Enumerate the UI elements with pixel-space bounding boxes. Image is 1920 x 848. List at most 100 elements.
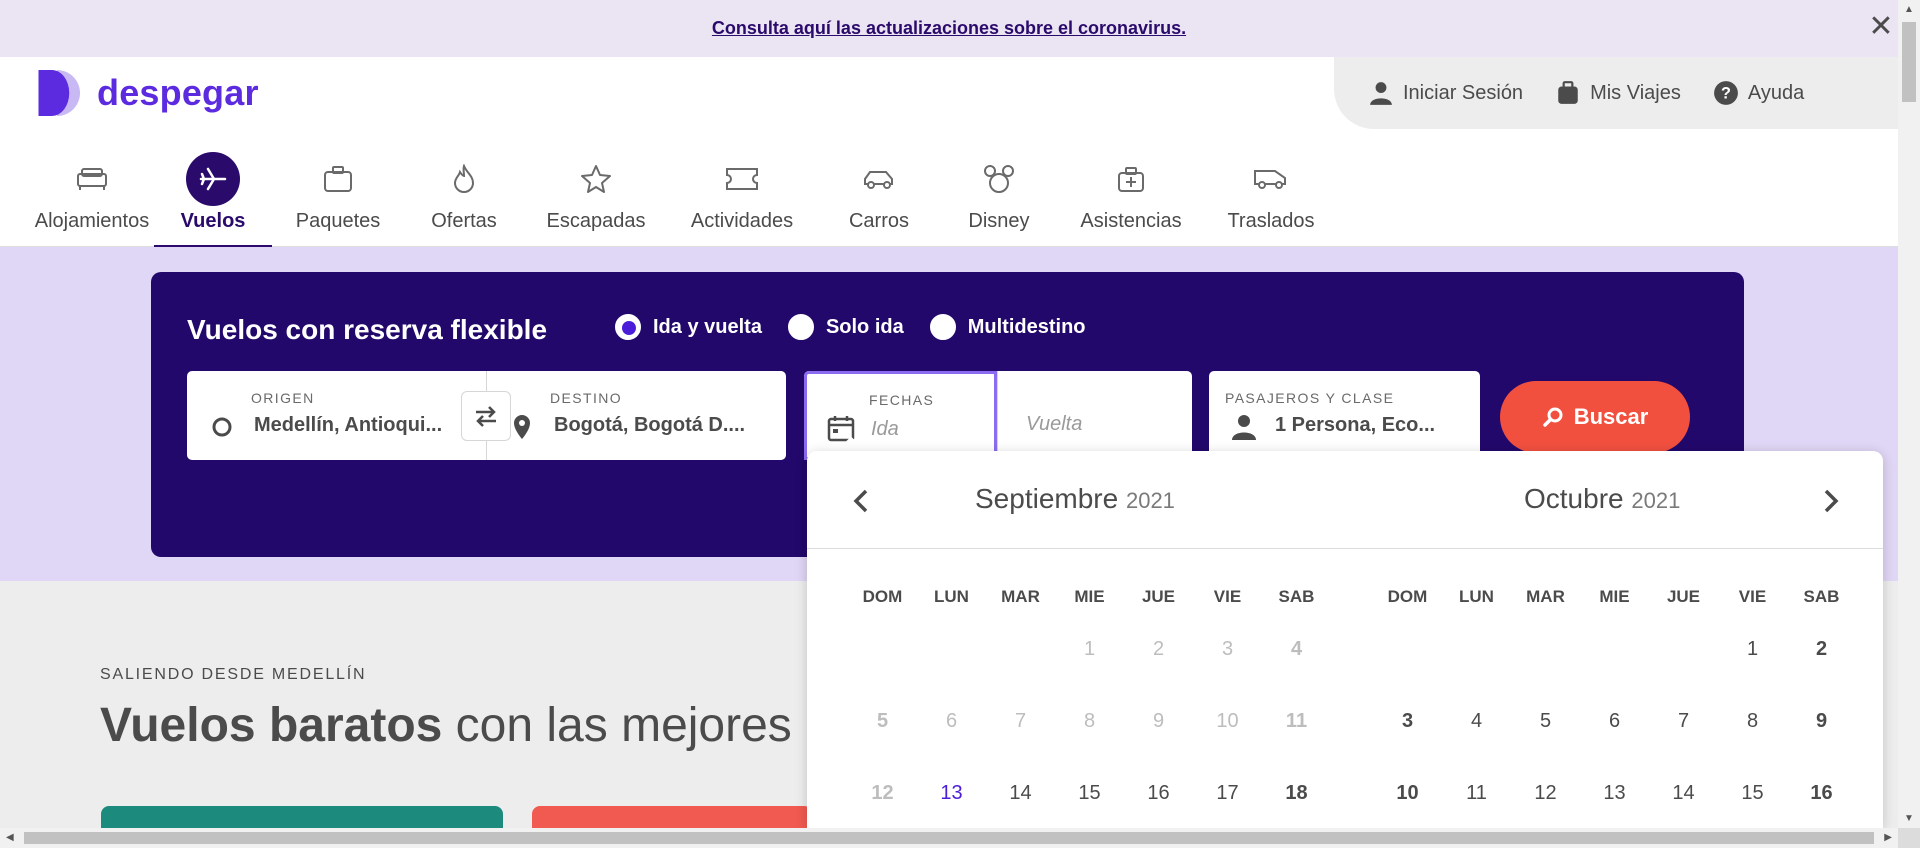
origin-circle-icon bbox=[212, 417, 232, 437]
departure-date-field[interactable]: FECHAS Ida bbox=[804, 371, 997, 460]
scroll-up-icon[interactable]: ▲ bbox=[1904, 4, 1914, 15]
search-button[interactable]: Buscar bbox=[1500, 381, 1690, 453]
help-link[interactable]: ? Ayuda bbox=[1713, 80, 1804, 106]
my-trips-label: Mis Viajes bbox=[1590, 81, 1681, 104]
vertical-scrollbar[interactable]: ▲ ▼ bbox=[1898, 0, 1920, 828]
medical-bag-icon bbox=[1104, 152, 1158, 206]
nav-escapadas[interactable]: Escapadas bbox=[524, 147, 668, 247]
car-icon bbox=[852, 152, 906, 206]
search-title: Vuelos con reserva flexible bbox=[187, 314, 548, 345]
radio-round-trip[interactable]: Ida y vuelta bbox=[615, 314, 762, 340]
scroll-left-icon[interactable]: ◀ bbox=[6, 832, 14, 843]
weekday-label: MAR bbox=[1001, 587, 1040, 606]
covid-banner-link[interactable]: Consulta aquí las actualizaciones sobre … bbox=[712, 18, 1186, 39]
nav-actividades[interactable]: Actividades bbox=[668, 147, 816, 247]
calendar-day[interactable]: 10 bbox=[1373, 782, 1442, 805]
help-icon: ? bbox=[1713, 81, 1738, 105]
date-picker: Septiembre 2021 Octubre 2021 DOM LUN MAR MI… bbox=[807, 451, 1883, 828]
weekday-header-row: DOM LUN MAR MIE JUE VIE SAB bbox=[848, 549, 1331, 613]
user-icon bbox=[1370, 82, 1392, 105]
nav-carros[interactable]: Carros bbox=[816, 147, 942, 247]
destination-card-image[interactable] bbox=[532, 806, 812, 828]
person-icon bbox=[1232, 415, 1256, 440]
scroll-right-icon[interactable]: ▶ bbox=[1884, 832, 1892, 843]
passengers-field[interactable]: PASAJEROS Y CLASE 1 Persona, Eco... bbox=[1209, 371, 1480, 460]
calendar-day[interactable]: 8 bbox=[1718, 710, 1787, 733]
mickey-icon bbox=[972, 152, 1026, 206]
calendar-day[interactable]: 18 bbox=[1262, 782, 1331, 805]
nav-asistencias[interactable]: Asistencias bbox=[1056, 147, 1206, 247]
nav-disney[interactable]: Disney bbox=[942, 147, 1056, 247]
calendar-day: 6 bbox=[945, 709, 958, 732]
scroll-down-icon[interactable]: ▼ bbox=[1904, 813, 1914, 824]
calendar-day: 9 bbox=[1152, 709, 1165, 732]
calendar-day[interactable]: 6 bbox=[1580, 710, 1649, 733]
calendar-day[interactable]: 16 bbox=[1124, 782, 1193, 805]
origin-label: ORIGEN bbox=[251, 390, 315, 406]
calendar-day[interactable]: 9 bbox=[1787, 710, 1856, 733]
calendar-day[interactable]: 7 bbox=[1649, 710, 1718, 733]
calendar-day[interactable]: 14 bbox=[1649, 782, 1718, 805]
radio-multi-city[interactable]: Multidestino bbox=[929, 314, 1086, 340]
origin-field[interactable]: ORIGEN Medellín, Antioqui... bbox=[187, 371, 486, 460]
section-headline: Vuelos baratos con las mejores a bbox=[100, 698, 832, 753]
calendar-day[interactable]: 13 bbox=[1580, 782, 1649, 805]
calendar-day[interactable]: 3 bbox=[1373, 710, 1442, 733]
close-icon[interactable]: ✕ bbox=[1864, 12, 1898, 46]
calendar-day[interactable]: 2 bbox=[1787, 638, 1856, 661]
calendar-day[interactable]: 17 bbox=[1193, 782, 1262, 805]
help-label: Ayuda bbox=[1747, 81, 1805, 104]
origin-value: Medellín, Antioqui... bbox=[254, 414, 443, 436]
month-year: 2021 bbox=[1125, 488, 1175, 513]
calendar-day[interactable]: 15 bbox=[1718, 782, 1787, 805]
ticket-icon bbox=[715, 152, 769, 206]
destination-field[interactable]: DESTINO Bogotá, Bogotá D.... bbox=[487, 371, 786, 460]
calendar-day: 5 bbox=[876, 709, 889, 732]
nav-label: Vuelos bbox=[180, 210, 246, 232]
radio-one-way[interactable]: Solo ida bbox=[787, 314, 904, 340]
search-icon bbox=[1542, 407, 1563, 427]
calendar-day[interactable]: 13 bbox=[917, 782, 986, 805]
calendar-week-row: 1 2 3 4 bbox=[848, 613, 1331, 685]
product-nav: Alojamientos Vuelos Paquetes Ofertas Esc… bbox=[30, 147, 1336, 248]
weekday-label: SAB bbox=[1803, 587, 1840, 606]
weekday-label: MIE bbox=[1074, 587, 1105, 606]
month-title-october: Octubre 2021 bbox=[1524, 483, 1680, 515]
calendar-day[interactable]: 15 bbox=[1055, 782, 1124, 805]
site-header: despegar Iniciar Sesión Mis Viajes ? Ayu… bbox=[0, 57, 1898, 248]
horizontal-scroll-thumb[interactable] bbox=[24, 832, 1874, 844]
nav-label: Traslados bbox=[1227, 210, 1315, 232]
calendar-day[interactable]: 14 bbox=[986, 782, 1055, 805]
nav-traslados[interactable]: Traslados bbox=[1206, 147, 1336, 247]
weekday-label: LUN bbox=[1459, 587, 1494, 606]
vertical-scroll-thumb[interactable] bbox=[1902, 22, 1916, 102]
return-date-field[interactable]: Vuelta bbox=[997, 371, 1192, 460]
radio-label: Solo ida bbox=[825, 315, 904, 338]
nav-ofertas[interactable]: Ofertas bbox=[404, 147, 524, 247]
calendar-day[interactable]: 16 bbox=[1787, 782, 1856, 805]
nav-paquetes[interactable]: Paquetes bbox=[272, 147, 404, 247]
calendar-day[interactable]: 12 bbox=[1511, 782, 1580, 805]
logo[interactable]: despegar bbox=[37, 68, 259, 118]
nav-label: Carros bbox=[848, 210, 909, 232]
horizontal-scrollbar[interactable]: ◀ ▶ bbox=[0, 828, 1898, 848]
my-trips-link[interactable]: Mis Viajes bbox=[1555, 80, 1681, 106]
calendar-day[interactable]: 5 bbox=[1511, 710, 1580, 733]
nav-label: Alojamientos bbox=[34, 210, 150, 232]
plane-icon bbox=[186, 152, 240, 206]
calendar-day[interactable]: 4 bbox=[1442, 710, 1511, 733]
login-link[interactable]: Iniciar Sesión bbox=[1368, 80, 1523, 106]
calendar-day[interactable]: 1 bbox=[1718, 638, 1787, 661]
nav-alojamientos[interactable]: Alojamientos bbox=[30, 147, 154, 247]
nav-label: Escapadas bbox=[546, 210, 646, 232]
nav-vuelos[interactable]: Vuelos bbox=[154, 147, 272, 248]
chevron-right-icon[interactable] bbox=[1815, 486, 1845, 516]
weekday-label: DOM bbox=[1387, 587, 1428, 606]
weekday-label: LUN bbox=[934, 587, 969, 606]
calendar-day: 2 bbox=[1152, 637, 1165, 660]
nav-label: Disney bbox=[968, 210, 1030, 232]
destination-card-image[interactable] bbox=[101, 806, 503, 828]
weekday-label: DOM bbox=[862, 587, 903, 606]
chevron-left-icon[interactable] bbox=[847, 486, 877, 516]
calendar-day[interactable]: 11 bbox=[1442, 782, 1511, 805]
